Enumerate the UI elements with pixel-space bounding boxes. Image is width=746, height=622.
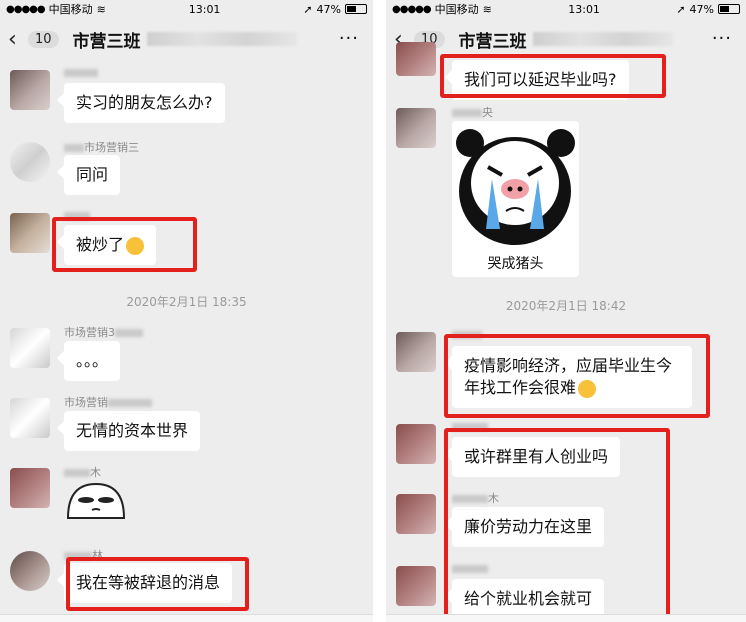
highlight-box (444, 334, 710, 418)
message-bubble[interactable]: 同问 (64, 155, 121, 195)
blurred-title-suffix (532, 32, 673, 46)
wifi-icon: ≋ (96, 2, 106, 16)
nav-bar: ‹ 10 市营三班 ··· (0, 18, 373, 60)
highlight-box (444, 428, 670, 618)
chat-title: 市营三班 (458, 31, 527, 52)
carrier-label: 中国移动 (434, 3, 479, 16)
input-bar-edge (386, 614, 746, 622)
sender-name: 市场营销 (64, 394, 152, 410)
timestamp: 2020年2月1日 18:42 (505, 299, 627, 313)
avatar[interactable] (396, 424, 436, 464)
location-icon: ➚ (303, 2, 313, 16)
avatar[interactable] (10, 142, 50, 182)
chat-title: 市营三班 (72, 31, 141, 52)
highlight-box (52, 217, 197, 272)
avatar[interactable] (10, 551, 50, 591)
battery-percent: 47% (316, 2, 341, 16)
signal-icon: ●●●●● (6, 3, 46, 15)
clock: 13:01 (568, 2, 600, 16)
sticker-caption: 哭成猪头 (487, 256, 544, 272)
timestamp: 2020年2月1日 18:35 (126, 295, 247, 309)
highlight-box (440, 54, 666, 98)
sender-name: 市场营销三 (64, 139, 139, 155)
crying-panda-icon (456, 129, 575, 245)
clock: 13:01 (188, 2, 221, 16)
battery-icon (344, 4, 367, 14)
input-bar-edge (0, 614, 373, 622)
carrier-label: 中国移动 (48, 3, 93, 16)
message-bubble[interactable]: 实习的朋友怎么办? (64, 83, 225, 123)
avatar[interactable] (10, 468, 50, 508)
battery-percent: 47% (689, 2, 714, 16)
location-icon: ➚ (676, 2, 686, 16)
avatar[interactable] (10, 213, 50, 253)
status-bar: ●●●●● 中国移动 ≋ 13:01 ➚ 47% (386, 0, 746, 18)
avatar[interactable] (396, 108, 436, 148)
avatar[interactable] (10, 398, 50, 438)
avatar[interactable] (396, 42, 436, 76)
avatar[interactable] (396, 332, 436, 372)
status-bar: ●●●●● 中国移动 ≋ 13:01 ➚ 47% (0, 0, 373, 18)
battery-icon (717, 4, 740, 14)
signal-icon: ●●●●● (392, 3, 432, 15)
blurred-title-suffix (146, 32, 297, 46)
sender-name: 市场营销3 (64, 324, 143, 340)
more-options-icon[interactable]: ··· (339, 28, 359, 49)
avatar[interactable] (396, 566, 436, 606)
message-bubble[interactable]: 。。。 (64, 341, 121, 381)
back-chevron-icon[interactable]: ‹ (8, 27, 24, 52)
more-options-icon[interactable]: ··· (712, 28, 732, 49)
chat-screen-left: ●●●●● 中国移动 ≋ 13:01 ➚ 47% ‹ 10 市营三班 ··· 实习的朋… (0, 0, 373, 622)
sender-name (64, 66, 98, 79)
highlight-box (66, 557, 249, 611)
sender-name: 央 (452, 104, 493, 120)
avatar[interactable] (10, 328, 50, 368)
message-bubble[interactable]: 无情的资本世界 (64, 411, 201, 451)
crying-pig-panda-sticker[interactable]: 哭成猪头 (452, 121, 579, 277)
chat-screen-right: ●●●●● 中国移动 ≋ 13:01 ➚ 47% ‹ 10 市营三班 ··· 我们可以… (386, 0, 746, 622)
avatar[interactable] (396, 494, 436, 534)
screenshot-composite: ●●●●● 中国移动 ≋ 13:01 ➚ 47% ‹ 10 市营三班 ··· 实习的朋… (0, 0, 746, 622)
wifi-icon: ≋ (482, 2, 492, 16)
avatar[interactable] (10, 70, 50, 110)
unread-count-badge[interactable]: 10 (28, 30, 59, 48)
meme-face-sticker-icon[interactable] (64, 478, 128, 522)
